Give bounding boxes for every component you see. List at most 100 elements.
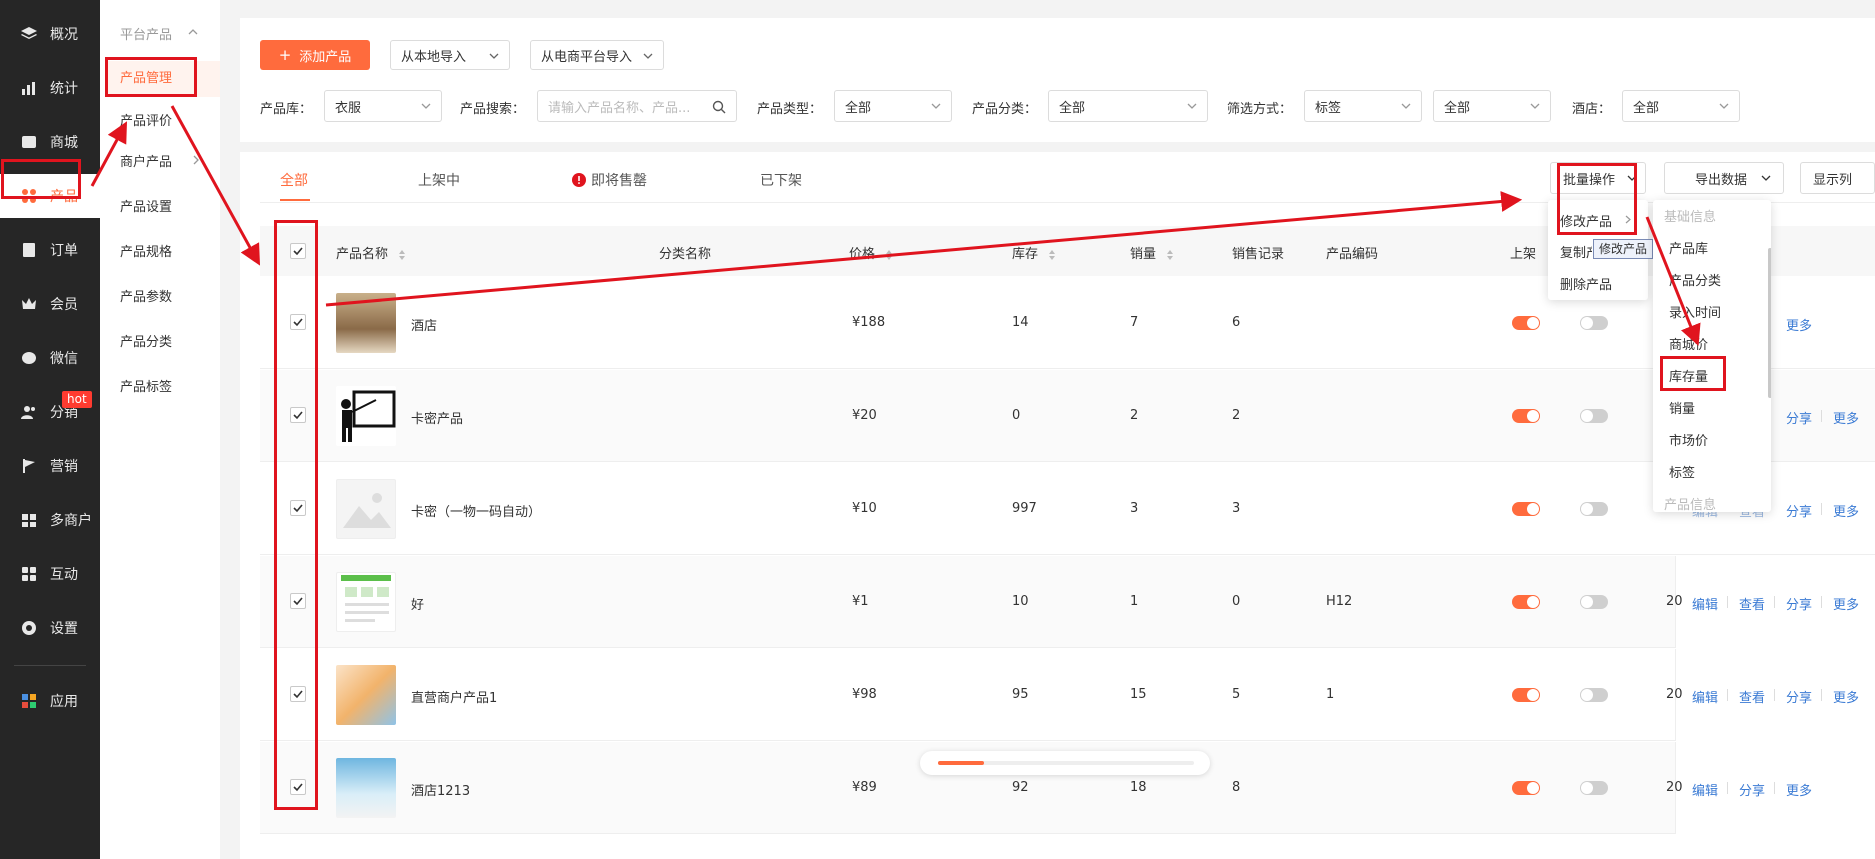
chevron-down-icon [489,53,499,59]
product-name[interactable]: 酒店 [411,315,437,334]
more-link[interactable]: 更多 [1833,501,1859,520]
menu-option-market-price[interactable]: 市场价 [1669,430,1708,449]
annotation-box-product [1,159,81,199]
tab-off-shelf[interactable]: 已下架 [760,170,802,190]
horizontal-scroll-indicator[interactable] [920,751,1210,775]
chevron-right-icon[interactable] [192,155,200,165]
secondary-toggle[interactable] [1580,688,1608,702]
menu-option-entry-time[interactable]: 录入时间 [1669,302,1721,321]
menu-scrollbar[interactable] [1768,248,1771,398]
import-local-button[interactable]: 从本地导入 [390,40,510,70]
on-shelf-toggle[interactable] [1512,409,1540,423]
tab-all[interactable]: 全部 [280,170,308,190]
menu-option-library[interactable]: 产品库 [1669,238,1708,257]
on-shelf-toggle[interactable] [1512,595,1540,609]
more-link[interactable]: 更多 [1786,780,1812,799]
sidebar-item-overview[interactable]: 概况 [0,12,100,56]
share-link[interactable]: 分享 [1786,594,1812,613]
more-link[interactable]: 更多 [1833,408,1859,427]
product-name[interactable]: 酒店1213 [411,780,470,799]
secondary-toggle[interactable] [1580,781,1608,795]
submenu-item-product-settings[interactable]: 产品设置 [120,196,172,215]
on-shelf-toggle[interactable] [1512,502,1540,516]
secondary-toggle[interactable] [1580,595,1608,609]
method-select[interactable]: 标签 [1304,90,1422,122]
hotel-select[interactable]: 全部 [1622,90,1740,122]
submenu-item-product-review[interactable]: 产品评价 [120,110,172,129]
category-select[interactable]: 全部 [1048,90,1208,122]
submenu-group-title[interactable]: 平台产品 [120,24,172,43]
secondary-toggle[interactable] [1580,316,1608,330]
chevron-up-icon[interactable] [188,28,198,36]
product-thumbnail[interactable] [336,665,396,725]
product-name[interactable]: 卡密（一物一码自动） [411,501,541,520]
chevron-down-icon [931,103,941,109]
search-icon[interactable] [712,100,726,114]
share-link[interactable]: 分享 [1739,780,1765,799]
image-placeholder-icon [343,493,391,528]
sidebar-item-apps[interactable]: 应用 [0,679,100,723]
edit-link[interactable]: 编辑 [1692,594,1718,613]
header-product-name[interactable]: 产品名称 [336,243,406,262]
on-shelf-toggle[interactable] [1512,688,1540,702]
more-link[interactable]: 更多 [1833,687,1859,706]
sidebar-item-mall[interactable]: 商城 [0,120,100,164]
submenu-item-product-spec[interactable]: 产品规格 [120,241,172,260]
view-link[interactable]: 查看 [1739,687,1765,706]
menu-option-category[interactable]: 产品分类 [1669,270,1721,289]
tab-low-stock[interactable]: 即将售罄 [572,170,647,190]
product-name[interactable]: 直营商户产品1 [411,687,497,706]
sidebar-item-stats[interactable]: 统计 [0,66,100,110]
edit-link[interactable]: 编辑 [1692,687,1718,706]
sidebar-item-marketing[interactable]: 营销 [0,444,100,488]
product-thumbnail[interactable] [336,572,396,632]
progress-track [938,761,1194,765]
tab-on-sale[interactable]: 上架中 [418,170,460,190]
on-shelf-toggle[interactable] [1512,316,1540,330]
header-price[interactable]: 价格 [849,243,893,262]
menu-option-sales[interactable]: 销量 [1669,398,1695,417]
share-link[interactable]: 分享 [1786,408,1812,427]
menu-item-delete-product[interactable]: 删除产品 [1560,274,1612,293]
sidebar-item-settings[interactable]: 设置 [0,606,100,650]
submenu-item-product-category[interactable]: 产品分类 [120,331,172,350]
product-thumbnail[interactable] [336,293,396,353]
import-ecom-button[interactable]: 从电商平台导入 [530,40,664,70]
sidebar-item-multi-merchant[interactable]: 多商户 [0,498,100,542]
secondary-toggle[interactable] [1580,502,1608,516]
menu-option-mall-price[interactable]: 商城价 [1669,334,1708,353]
secondary-toggle[interactable] [1580,409,1608,423]
header-stock[interactable]: 库存 [1012,243,1056,262]
product-name[interactable]: 好 [411,594,424,613]
menu-option-tag[interactable]: 标签 [1669,462,1695,481]
add-product-button[interactable]: + 添加产品 [260,40,370,70]
view-link[interactable]: 查看 [1739,594,1765,613]
sidebar-item-wechat[interactable]: 微信 [0,336,100,380]
submenu-item-product-params[interactable]: 产品参数 [120,286,172,305]
more-link[interactable]: 更多 [1786,315,1812,334]
submenu-item-merchant-product[interactable]: 商户产品 [120,151,172,170]
library-select[interactable]: 衣服 [324,90,442,122]
sidebar-item-label: 营销 [50,459,78,475]
product-thumbnail[interactable] [336,479,396,539]
submenu-item-product-tag[interactable]: 产品标签 [120,376,172,395]
sidebar-item-interaction[interactable]: 互动 [0,552,100,596]
product-thumbnail[interactable] [336,758,396,818]
type-select[interactable]: 全部 [834,90,952,122]
share-link[interactable]: 分享 [1786,687,1812,706]
edit-link[interactable]: 编辑 [1692,780,1718,799]
search-input[interactable]: 请输入产品名称、产品... [537,90,737,122]
export-data-button[interactable]: 导出数据 [1664,162,1784,194]
show-columns-button[interactable]: 显示列 [1800,162,1875,194]
menu-item-copy-product[interactable]: 复制产品 [1560,242,1592,261]
header-sales[interactable]: 销量 [1130,243,1174,262]
method-value-select[interactable]: 全部 [1433,90,1551,122]
on-shelf-toggle[interactable] [1512,781,1540,795]
product-name[interactable]: 卡密产品 [411,408,463,427]
sidebar-item-order[interactable]: 订单 [0,228,100,272]
sidebar-item-member[interactable]: 会员 [0,282,100,326]
share-link[interactable]: 分享 [1786,501,1812,520]
more-link[interactable]: 更多 [1833,594,1859,613]
import-local-label: 从本地导入 [401,49,467,65]
product-thumbnail[interactable] [336,386,396,446]
